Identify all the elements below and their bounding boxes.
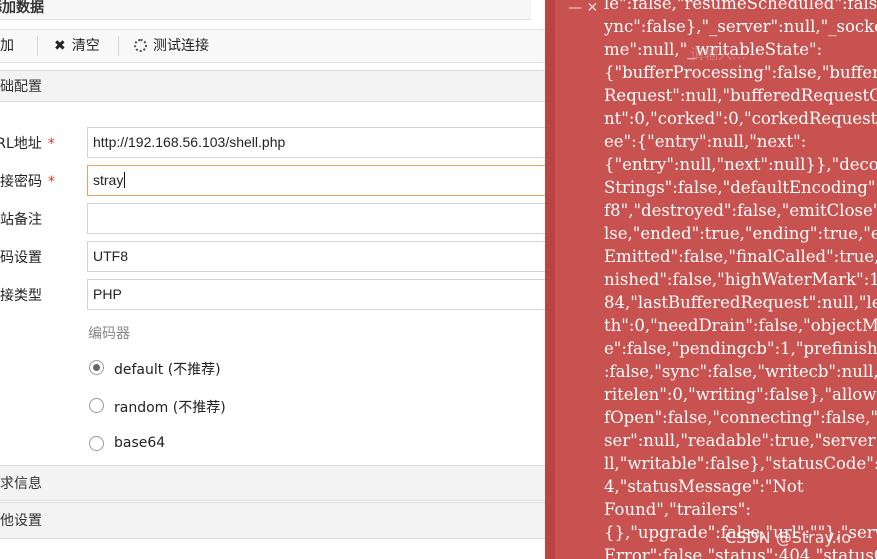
required-mark: * bbox=[47, 136, 55, 152]
encoding-label: 编码设置 bbox=[0, 250, 42, 266]
section-request-info[interactable]: 请求信息 bbox=[0, 465, 545, 501]
toolbar-divider bbox=[37, 36, 38, 56]
note-label: 网站备注 bbox=[0, 212, 42, 228]
test-connection-label: 测试连接 bbox=[153, 38, 209, 54]
overlay-window-controls[interactable]: — ✕ bbox=[568, 0, 598, 16]
add-button-label: 添加 bbox=[0, 38, 14, 54]
radio-random-label[interactable]: random (不推荐) bbox=[114, 397, 226, 417]
error-response-text: le":false,"resumeScheduled":false,"s ync"… bbox=[604, 0, 877, 559]
type-value: PHP bbox=[93, 286, 122, 302]
text-caret bbox=[124, 172, 126, 188]
radio-base64[interactable] bbox=[89, 436, 104, 451]
type-label: 连接类型 bbox=[0, 288, 42, 304]
error-text-line: ritelen":0,"writing":false},"allowHal bbox=[604, 385, 877, 404]
type-select[interactable]: PHP bbox=[87, 279, 588, 310]
error-text-line: :false,"sync":false,"writecb":null,"w bbox=[604, 362, 877, 381]
error-text-line: le":false,"resumeScheduled":false,"s bbox=[604, 0, 877, 13]
toolbar-divider bbox=[118, 36, 119, 56]
password-input[interactable]: stray bbox=[87, 165, 588, 196]
add-data-dialog: 添加数据 添加 ✖ 清空 测试连接 基础配置 URL地址 * http://192.… bbox=[0, 0, 588, 559]
error-text-line: nished":false,"highWaterMark":163 bbox=[604, 270, 877, 289]
error-text-line: f8","destroyed":false,"emitClose":fa bbox=[604, 201, 877, 220]
error-text-line: lse,"ended":true,"ending":true,"erro bbox=[604, 224, 877, 243]
radio-default-label[interactable]: default (不推荐) bbox=[114, 359, 221, 379]
error-text-line: th":0,"needDrain":false,"objectMod bbox=[604, 316, 877, 335]
clear-button[interactable]: ✖ 清空 bbox=[54, 30, 100, 62]
error-text-line: {"entry":null,"next":null}},"decode bbox=[604, 155, 877, 174]
error-text-line: 4,"statusMessage":"Not bbox=[604, 477, 804, 496]
section-request-label: 请求信息 bbox=[0, 476, 42, 492]
error-text-line: 84,"lastBufferedRequest":null,"leng bbox=[604, 293, 877, 312]
add-button[interactable]: 添加 bbox=[0, 30, 14, 62]
url-input[interactable]: http://192.168.56.103/shell.php bbox=[87, 127, 588, 158]
close-icon: ✖ bbox=[54, 38, 66, 54]
encoding-value: UTF8 bbox=[93, 248, 128, 264]
error-text-line: Found","trailers": bbox=[604, 500, 751, 519]
password-value: stray bbox=[93, 172, 124, 188]
error-text-line: ee":{"entry":null,"next": bbox=[604, 132, 807, 151]
url-label-text: URL地址 bbox=[0, 136, 42, 152]
required-mark: * bbox=[48, 174, 55, 190]
dialog-footer bbox=[0, 540, 545, 559]
base-config-form: URL地址 * http://192.168.56.103/shell.php 连… bbox=[0, 102, 588, 464]
error-text-line: me":null,"_writableState": bbox=[604, 40, 823, 59]
error-text-line: ync":false},"_server":null,"_socketNa bbox=[604, 17, 877, 36]
test-connection-button[interactable]: 测试连接 bbox=[134, 30, 209, 62]
encoder-title: 编码器 bbox=[88, 326, 130, 342]
loading-icon bbox=[134, 39, 147, 52]
error-text-line: Emitted":false,"finalCalled":true,"fi bbox=[604, 247, 877, 266]
url-value: http://192.168.56.103/shell.php bbox=[93, 134, 286, 150]
error-text-line: Strings":false,"defaultEncoding":"ut bbox=[604, 178, 877, 197]
dialog-title: 添加数据 bbox=[0, 0, 531, 20]
radio-base64-label[interactable]: base64 bbox=[114, 435, 165, 451]
section-base-label: 基础配置 bbox=[0, 79, 42, 95]
error-text-line: Request":null,"bufferedRequestCou bbox=[604, 86, 877, 105]
section-base-config[interactable]: 基础配置 bbox=[0, 70, 545, 102]
encoding-select[interactable]: UTF8 bbox=[87, 241, 588, 272]
csdn-watermark: CSDN @Stray.io bbox=[725, 528, 852, 547]
section-other-label: 其他设置 bbox=[0, 513, 42, 529]
section-other-settings[interactable]: 其他设置 bbox=[0, 502, 545, 539]
radio-random[interactable] bbox=[89, 398, 104, 413]
password-label-text: 连接密码 bbox=[0, 174, 42, 190]
error-text-line: ll,"writable":false},"statusCode":40 bbox=[604, 454, 877, 473]
error-text-line: ser":null,"readable":true,"server":nu bbox=[604, 431, 877, 450]
error-text-line: {"bufferProcessing":false,"bufferedReq bbox=[604, 63, 877, 82]
toolbar: 添加 ✖ 清空 测试连接 bbox=[0, 29, 545, 63]
password-label: 连接密码 * bbox=[0, 171, 55, 191]
error-text-line: fOpen":false,"connecting":false,"pa bbox=[604, 408, 877, 427]
radio-default[interactable] bbox=[89, 360, 104, 375]
url-label: URL地址 * bbox=[0, 133, 55, 153]
note-input[interactable] bbox=[87, 203, 588, 234]
clear-button-label: 清空 bbox=[71, 38, 100, 54]
error-text-line: nt":0,"corked":0,"corkedRequestsFr bbox=[604, 109, 877, 128]
error-text-line: e":false,"pendingcb":1,"prefinished bbox=[604, 339, 877, 358]
